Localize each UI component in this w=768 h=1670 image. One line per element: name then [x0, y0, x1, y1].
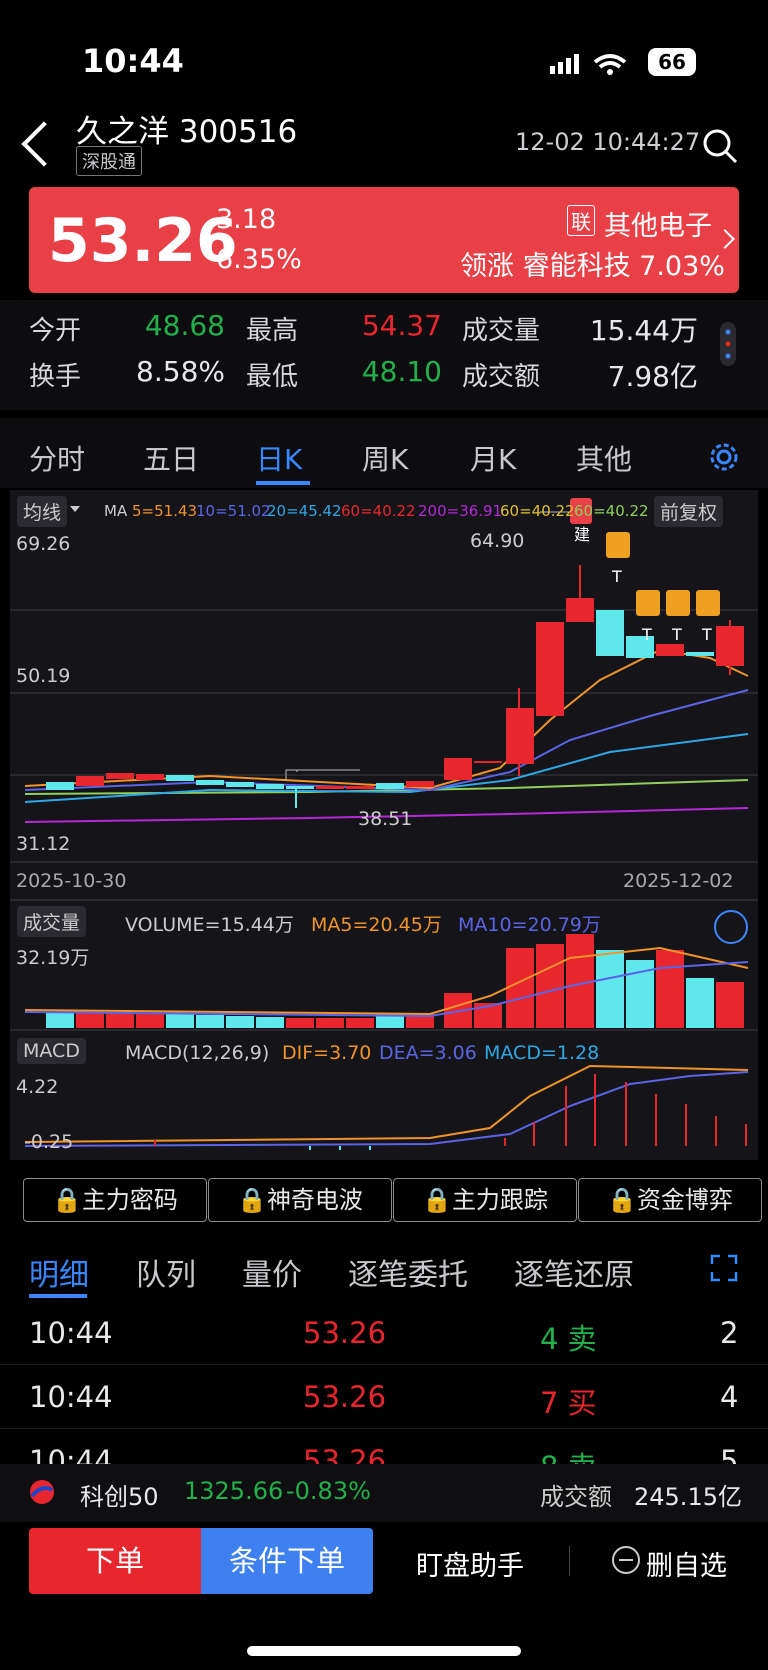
- back-icon[interactable]: [21, 121, 67, 167]
- t-marker-4: T: [702, 625, 712, 644]
- index-logo-icon: [28, 1478, 56, 1510]
- battery-indicator: 66: [648, 48, 696, 76]
- tab-five-day[interactable]: 五日: [143, 438, 199, 478]
- ma60-value-c: 60=40.22: [574, 502, 649, 520]
- ma20-value: 20=45.42: [267, 502, 342, 520]
- tab-queue[interactable]: 队列: [136, 1250, 196, 1294]
- y-axis-top: 69.26: [16, 533, 71, 555]
- macd-value: MACD=1.28: [484, 1042, 600, 1064]
- index-amount-label: 成交额: [540, 1483, 612, 1511]
- low-label: 最低: [246, 362, 299, 392]
- open-label: 今开: [29, 316, 82, 346]
- date-end: 2025-12-02: [623, 870, 734, 892]
- macd-axis-bottom: -0.25: [24, 1131, 74, 1153]
- search-icon[interactable]: [702, 128, 738, 168]
- index-pct: -0.83%: [286, 1477, 371, 1505]
- volume-ma5: MA5=20.45万: [311, 914, 442, 936]
- index-amount: 245.15亿: [634, 1483, 742, 1511]
- settings-gear-icon[interactable]: [708, 441, 740, 477]
- ma5-value: 5=51.43: [132, 502, 198, 520]
- monitor-assistant-button[interactable]: 盯盘助手: [416, 1544, 524, 1583]
- macd-selector[interactable]: MACD: [17, 1038, 86, 1064]
- quote-timestamp: 12-02 10:44:27: [515, 128, 701, 156]
- conditional-order-button[interactable]: 条件下单: [201, 1528, 373, 1594]
- sector-name[interactable]: 其他电子: [604, 204, 712, 243]
- volume-ma10: MA10=20.79万: [458, 914, 601, 936]
- tab-intraday[interactable]: 分时: [29, 438, 85, 478]
- more-dots-icon[interactable]: [720, 322, 736, 366]
- high-label: 最高: [246, 316, 299, 346]
- macd-axis-top: 4.22: [16, 1076, 59, 1098]
- amount-label: 成交额: [462, 362, 541, 392]
- last-price: 53.26: [48, 206, 238, 276]
- tab-weekly-k[interactable]: 周K: [362, 438, 408, 478]
- tab-volume-price[interactable]: 量价: [242, 1250, 302, 1294]
- tool-main-tracking[interactable]: 🔒主力跟踪: [393, 1178, 577, 1222]
- order-button[interactable]: 下单: [29, 1528, 201, 1594]
- tab-tick-orders[interactable]: 逐笔委托: [348, 1250, 468, 1294]
- divider: [569, 1546, 570, 1576]
- index-name: 科创50: [80, 1483, 159, 1511]
- volume-label: 成交量: [462, 316, 541, 346]
- open-value: 48.68: [144, 309, 225, 342]
- table-row: 10:44 53.26 4 卖 2: [0, 1300, 768, 1365]
- ma-selector[interactable]: 均线: [17, 496, 68, 527]
- max-price-label: 64.90: [470, 530, 525, 552]
- low-value: 48.10: [361, 355, 442, 388]
- tab-monthly-k[interactable]: 月K: [470, 438, 516, 478]
- macd-params: MACD(12,26,9): [125, 1042, 270, 1064]
- y-axis-bottom: 31.12: [16, 833, 71, 855]
- y-axis-mid: 50.19: [16, 665, 71, 687]
- tool-fund-game[interactable]: 🔒资金博弈: [578, 1178, 762, 1222]
- high-value: 54.37: [361, 309, 442, 342]
- macd-dif: DIF=3.70: [282, 1042, 372, 1064]
- t-marker-2: T: [642, 625, 652, 644]
- volume-max: 32.19万: [16, 947, 90, 969]
- remove-watchlist-button[interactable]: 删自选: [646, 1544, 727, 1583]
- price-change: 3.18: [216, 204, 277, 235]
- min-price-label: 38.51: [358, 808, 413, 830]
- price-change-pct: 6.35%: [216, 244, 302, 275]
- volume-selector[interactable]: 成交量: [17, 906, 87, 937]
- adjust-selector[interactable]: 前复权: [654, 496, 724, 527]
- signal-wifi-icons: [550, 52, 640, 80]
- stock-title: 久之洋 300516: [76, 114, 298, 150]
- t-marker-3: T: [672, 625, 682, 644]
- tab-tick-replay[interactable]: 逐笔还原: [514, 1250, 634, 1294]
- amount-value: 7.98亿: [607, 360, 698, 393]
- volume-readout: VOLUME=15.44万: [125, 914, 294, 936]
- tab-other[interactable]: 其他: [576, 438, 632, 478]
- ma200-value: 200=36.91: [418, 502, 503, 520]
- tool-magic-wave[interactable]: 🔒神奇电波: [208, 1178, 392, 1222]
- connect-badge: 深股通: [76, 146, 142, 176]
- ma-label: MA: [104, 502, 128, 520]
- detail-tab-indicator: [29, 1294, 87, 1298]
- ma10-value: 10=51.02: [196, 502, 271, 520]
- ma20-line: [24, 733, 749, 803]
- fullscreen-icon[interactable]: [710, 1254, 738, 1286]
- turnover-label: 换手: [29, 362, 82, 392]
- status-time: 10:44: [82, 42, 184, 80]
- turnover-value: 8.58%: [136, 355, 225, 388]
- t-marker-1: T: [612, 567, 622, 586]
- sector-leader[interactable]: 领涨 睿能科技 7.03%: [460, 244, 725, 283]
- expand-toggle-icon[interactable]: [714, 910, 748, 944]
- table-row: 10:44 53.26 8 卖 5: [0, 1428, 768, 1465]
- ma60-value-a: 60=40.22: [341, 502, 416, 520]
- build-marker: 建: [574, 525, 591, 544]
- active-tab-indicator: [256, 481, 310, 485]
- volume-value: 15.44万: [589, 314, 698, 347]
- tool-main-password[interactable]: 🔒主力密码: [23, 1178, 207, 1222]
- tab-detail[interactable]: 明细: [29, 1250, 89, 1294]
- ma60-value-b: 60=40.22: [500, 502, 575, 520]
- index-value: 1325.66: [184, 1477, 284, 1505]
- ma-dropdown-icon[interactable]: [70, 506, 80, 512]
- table-row: 10:44 53.26 7 买 4: [0, 1364, 768, 1429]
- remove-circle-icon[interactable]: [612, 1546, 640, 1574]
- date-start: 2025-10-30: [16, 870, 127, 892]
- sector-tag: 联: [567, 205, 595, 236]
- tab-daily-k[interactable]: 日K: [256, 438, 302, 478]
- home-indicator: [247, 1646, 521, 1656]
- macd-dea: DEA=3.06: [379, 1042, 477, 1064]
